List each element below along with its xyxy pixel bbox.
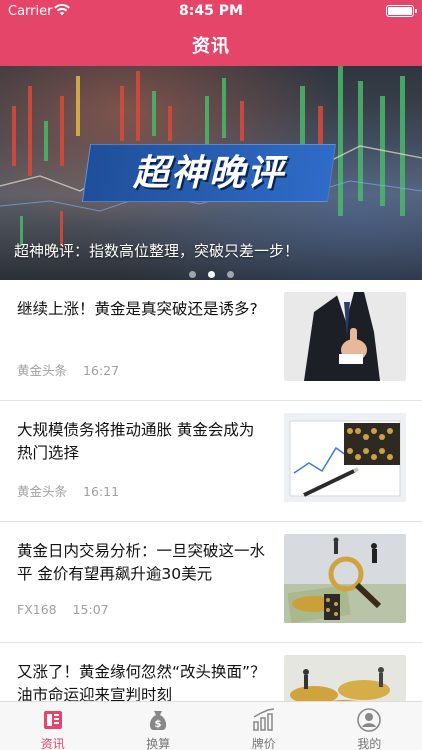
profile-icon [356, 707, 382, 733]
magnifier-coins-money-image [284, 534, 406, 623]
tab-profile[interactable]: 我的 [317, 702, 422, 750]
banner-caption: 超神晚评：指数高位整理，突破只差一步！ [14, 242, 300, 260]
news-thumbnail [284, 534, 406, 623]
header-bar: Carrier 8:45 PM 资讯 [0, 0, 422, 66]
tab-exchange[interactable]: $ 换算 [106, 702, 212, 750]
battery-icon [386, 5, 417, 17]
news-meta: FX168 15:07 [17, 602, 109, 617]
tab-label: 换算 [146, 737, 171, 750]
carousel-dot-active[interactable] [207, 271, 215, 278]
banner-badge-text: 超神晚评 [132, 153, 285, 194]
bar-chart-icon [251, 707, 277, 733]
news-meta: 黄金头条 16:27 [17, 360, 119, 379]
news-time: 15:07 [72, 602, 109, 617]
tab-news[interactable]: 资讯 [0, 702, 106, 750]
news-time: 16:27 [83, 363, 120, 378]
tab-label: 牌价 [251, 737, 276, 750]
clock-label: 8:45 PM [179, 3, 243, 19]
news-thumbnail [284, 413, 406, 502]
tab-bar: 资讯 $ 换算 牌价 我的 [0, 701, 422, 750]
news-time: 16:11 [83, 484, 120, 499]
tab-label: 我的 [357, 737, 382, 750]
news-item[interactable]: 大规模债务将推动通胀 黄金会成为热门选择 黄金头条 16:11 [0, 401, 422, 522]
news-thumbnail [284, 292, 406, 381]
app-root: Carrier 8:45 PM 资讯 超神晚评 超神晚评：指数高位整理，突破只差… [0, 0, 422, 750]
news-source: 黄金头条 [17, 363, 68, 378]
tab-label: 资讯 [40, 737, 65, 750]
carousel-dot[interactable] [188, 271, 196, 278]
news-source: FX168 [17, 602, 57, 617]
status-bar: Carrier 8:45 PM [0, 0, 422, 22]
carousel-pagination [0, 263, 422, 280]
news-list: 继续上涨！黄金是真突破还是诱多? 黄金头条 16:27 大规模债务将推动通胀 黄… [0, 280, 422, 750]
page-title: 资讯 [192, 36, 230, 57]
news-meta: 黄金头条 16:11 [17, 481, 119, 500]
news-icon [40, 707, 66, 733]
abacus-chart-pen-image [284, 413, 406, 502]
news-headline: 黄金日内交易分析：一旦突破这一水平 金价有望再飙升逾30美元 [17, 542, 266, 583]
carousel-dot[interactable] [226, 271, 234, 278]
news-headline: 继续上涨！黄金是真突破还是诱多? [17, 300, 258, 318]
news-item[interactable]: 继续上涨！黄金是真突破还是诱多? 黄金头条 16:27 [0, 280, 422, 401]
news-headline: 大规模债务将推动通胀 黄金会成为热门选择 [17, 421, 255, 462]
svg-text:$: $ [155, 719, 162, 730]
news-item[interactable]: 黄金日内交易分析：一旦突破这一水平 金价有望再飙升逾30美元 FX168 15:… [0, 522, 422, 643]
money-bag-icon: $ [145, 707, 171, 733]
tab-prices[interactable]: 牌价 [211, 702, 317, 750]
news-source: 黄金头条 [17, 484, 68, 499]
banner-carousel[interactable]: 超神晚评 超神晚评：指数高位整理，突破只差一步！ [0, 66, 422, 280]
businessman-thumbs-up-image [284, 292, 406, 381]
